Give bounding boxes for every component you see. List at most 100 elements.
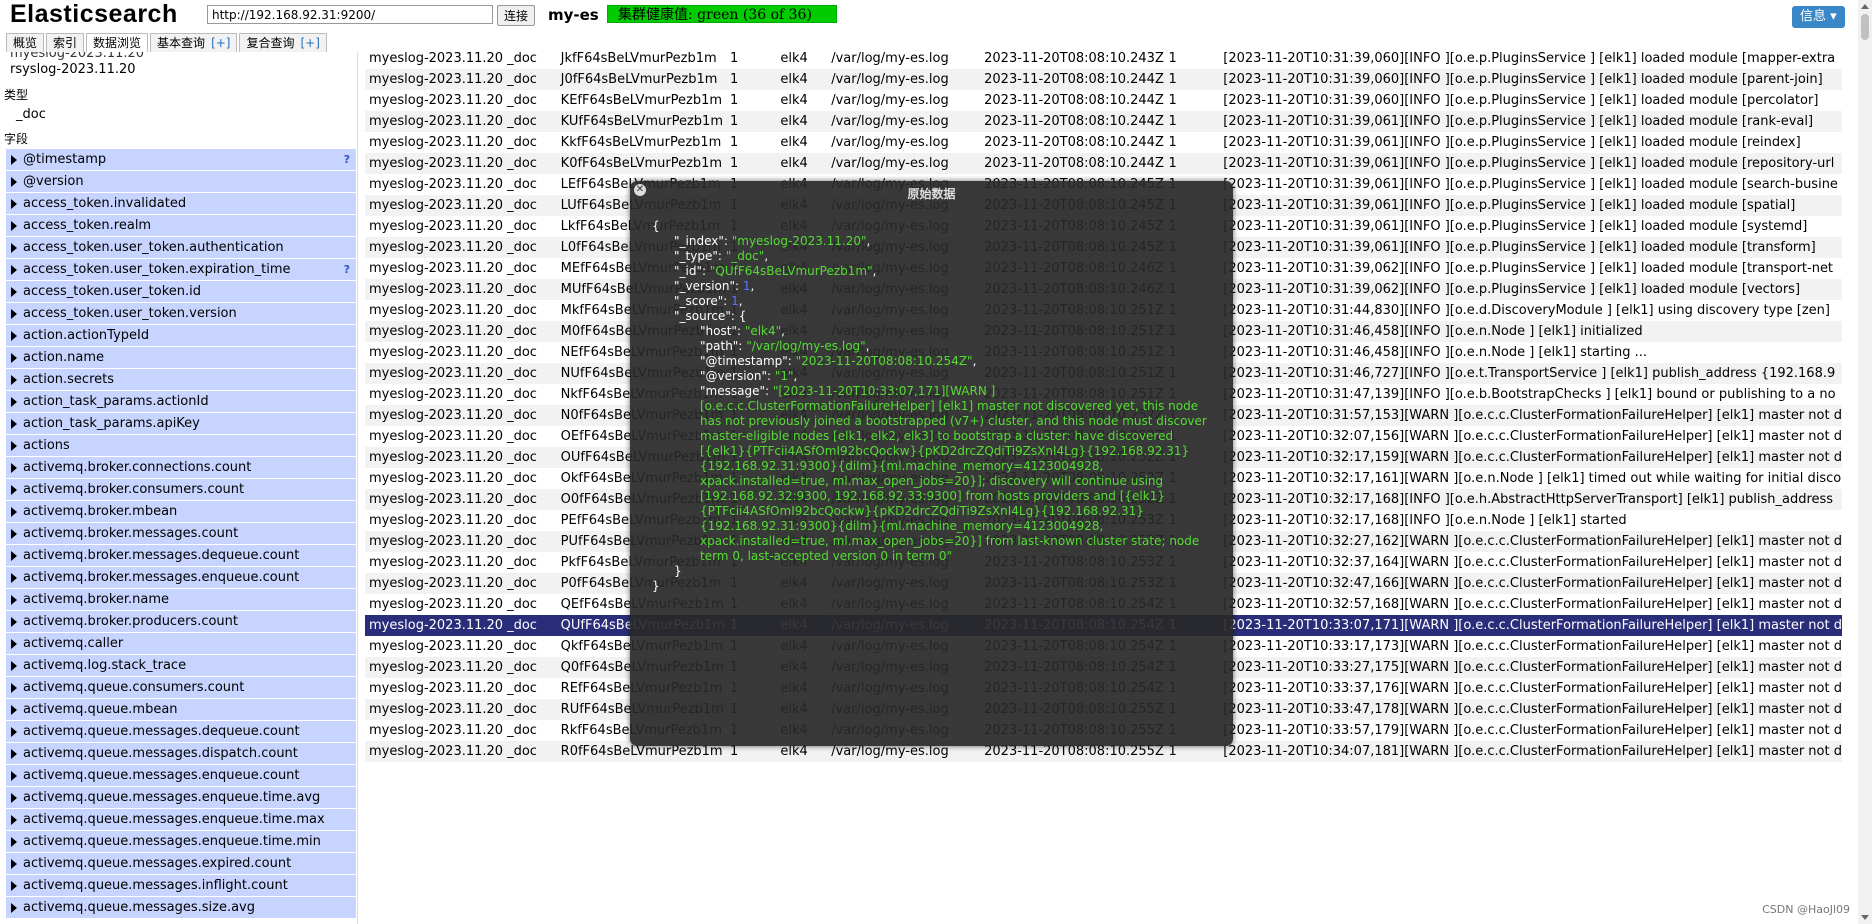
table-cell: _doc — [507, 681, 537, 696]
field-item[interactable]: activemq.queue.mbean — [6, 699, 356, 720]
add-query-tab-link[interactable]: [+] — [301, 36, 320, 50]
field-item[interactable]: activemq.broker.producers.count — [6, 611, 356, 632]
table-row[interactable]: myeslog-2023.11.20 _doc K0fF64sBeLVmurPezb… — [365, 153, 1842, 174]
field-item[interactable]: action.name — [6, 347, 356, 368]
field-item[interactable]: activemq.log.stack_trace — [6, 655, 356, 676]
field-item[interactable]: activemq.broker.messages.count — [6, 523, 356, 544]
field-item[interactable]: activemq.queue.messages.enqueue.count — [6, 765, 356, 786]
table-cell: /var/log/my-es.log — [831, 51, 949, 66]
sidebar-index-item[interactable]: rsyslog-2023.11.20 — [10, 62, 136, 77]
field-item[interactable]: activemq.broker.messages.enqueue.count — [6, 567, 356, 588]
add-query-tab-link[interactable]: [+] — [211, 36, 230, 50]
expand-triangle-icon[interactable] — [11, 682, 17, 693]
field-item[interactable]: access_token.user_token.id — [6, 281, 356, 302]
expand-triangle-icon[interactable] — [11, 506, 17, 517]
tab-item[interactable]: 复合查询 [+] — [239, 33, 327, 52]
sidebar-index-item[interactable]: myeslog-2023.11.20 — [10, 52, 144, 61]
field-item[interactable]: activemq.broker.consumers.count — [6, 479, 356, 500]
field-item[interactable]: activemq.broker.mbean — [6, 501, 356, 522]
info-dropdown-button[interactable]: 信息 ▾ — [1792, 6, 1845, 28]
field-item[interactable]: activemq.queue.messages.dequeue.count — [6, 721, 356, 742]
expand-triangle-icon[interactable] — [11, 550, 17, 561]
vertical-scrollbar[interactable] — [1858, 0, 1872, 924]
field-item[interactable]: activemq.queue.consumers.count — [6, 677, 356, 698]
expand-triangle-icon[interactable] — [11, 286, 17, 297]
expand-triangle-icon[interactable] — [11, 264, 17, 275]
expand-triangle-icon[interactable] — [11, 374, 17, 385]
help-icon[interactable]: ? — [344, 259, 350, 280]
expand-triangle-icon[interactable] — [11, 220, 17, 231]
table-cell: _doc — [507, 51, 537, 66]
field-item[interactable]: access_token.user_token.expiration_time? — [6, 259, 356, 280]
expand-triangle-icon[interactable] — [11, 352, 17, 363]
expand-triangle-icon[interactable] — [11, 330, 17, 341]
field-item[interactable]: @version — [6, 171, 356, 192]
expand-triangle-icon[interactable] — [11, 572, 17, 583]
expand-triangle-icon[interactable] — [11, 242, 17, 253]
table-row[interactable]: myeslog-2023.11.20 _doc J0fF64sBeLVmurPezb… — [365, 69, 1842, 90]
field-item[interactable]: activemq.broker.messages.dequeue.count — [6, 545, 356, 566]
expand-triangle-icon[interactable] — [11, 198, 17, 209]
field-item[interactable]: action_task_params.actionId — [6, 391, 356, 412]
expand-triangle-icon[interactable] — [11, 484, 17, 495]
scrollbar-thumb[interactable] — [1861, 14, 1869, 40]
expand-triangle-icon[interactable] — [11, 154, 17, 165]
tab-item[interactable]: 基本查询 [+] — [150, 33, 238, 52]
field-item[interactable]: access_token.realm — [6, 215, 356, 236]
expand-triangle-icon[interactable] — [11, 462, 17, 473]
expand-triangle-icon[interactable] — [11, 792, 17, 803]
field-item[interactable]: action.secrets — [6, 369, 356, 390]
field-item[interactable]: action_task_params.apiKey — [6, 413, 356, 434]
table-row[interactable]: myeslog-2023.11.20 _doc KkfF64sBeLVmurPezb… — [365, 132, 1842, 153]
expand-triangle-icon[interactable] — [11, 814, 17, 825]
field-item[interactable]: access_token.invalidated — [6, 193, 356, 214]
expand-triangle-icon[interactable] — [11, 704, 17, 715]
field-item[interactable]: access_token.user_token.authentication — [6, 237, 356, 258]
expand-triangle-icon[interactable] — [11, 902, 17, 913]
expand-triangle-icon[interactable] — [11, 616, 17, 627]
table-row[interactable]: myeslog-2023.11.20 _doc KEfF64sBeLVmurPezb… — [365, 90, 1842, 111]
field-name: action.actionTypeId — [23, 328, 150, 343]
expand-triangle-icon[interactable] — [11, 770, 17, 781]
field-item[interactable]: activemq.queue.messages.expired.count — [6, 853, 356, 874]
scroll-up-icon[interactable] — [1861, 4, 1869, 9]
field-item[interactable]: activemq.queue.messages.enqueue.time.max — [6, 809, 356, 830]
expand-triangle-icon[interactable] — [11, 176, 17, 187]
scroll-down-icon[interactable] — [1861, 915, 1869, 920]
expand-triangle-icon[interactable] — [11, 858, 17, 869]
expand-triangle-icon[interactable] — [11, 528, 17, 539]
expand-triangle-icon[interactable] — [11, 396, 17, 407]
field-item[interactable]: @timestamp? — [6, 149, 356, 170]
tab-item[interactable]: 数据浏览 — [86, 33, 149, 52]
field-item[interactable]: activemq.queue.messages.dispatch.count — [6, 743, 356, 764]
expand-triangle-icon[interactable] — [11, 726, 17, 737]
table-cell: _doc — [507, 387, 537, 402]
field-item[interactable]: activemq.queue.messages.size.avg — [6, 897, 356, 918]
tab-item[interactable]: 概览 — [6, 33, 45, 52]
expand-triangle-icon[interactable] — [11, 440, 17, 451]
connect-button[interactable]: 连接 — [497, 5, 536, 26]
field-item[interactable]: activemq.queue.messages.enqueue.time.min — [6, 831, 356, 852]
expand-triangle-icon[interactable] — [11, 594, 17, 605]
cluster-url-input[interactable] — [207, 5, 493, 24]
field-item[interactable]: action.actionTypeId — [6, 325, 356, 346]
table-row[interactable]: myeslog-2023.11.20 _doc JkfF64sBeLVmurPezb… — [365, 48, 1842, 69]
field-item[interactable]: access_token.user_token.version — [6, 303, 356, 324]
field-item[interactable]: activemq.broker.name — [6, 589, 356, 610]
expand-triangle-icon[interactable] — [11, 308, 17, 319]
table-row[interactable]: myeslog-2023.11.20 _doc KUfF64sBeLVmurPezb… — [365, 111, 1842, 132]
sidebar-type-item[interactable]: _doc — [6, 105, 354, 125]
tab-item[interactable]: 索引 — [46, 33, 85, 52]
field-item[interactable]: activemq.queue.messages.inflight.count — [6, 875, 356, 896]
expand-triangle-icon[interactable] — [11, 660, 17, 671]
expand-triangle-icon[interactable] — [11, 880, 17, 891]
field-item[interactable]: actions — [6, 435, 356, 456]
expand-triangle-icon[interactable] — [11, 418, 17, 429]
field-item[interactable]: activemq.queue.messages.enqueue.time.avg — [6, 787, 356, 808]
field-item[interactable]: activemq.broker.connections.count — [6, 457, 356, 478]
expand-triangle-icon[interactable] — [11, 748, 17, 759]
expand-triangle-icon[interactable] — [11, 638, 17, 649]
field-item[interactable]: activemq.caller — [6, 633, 356, 654]
expand-triangle-icon[interactable] — [11, 836, 17, 847]
help-icon[interactable]: ? — [344, 149, 350, 170]
